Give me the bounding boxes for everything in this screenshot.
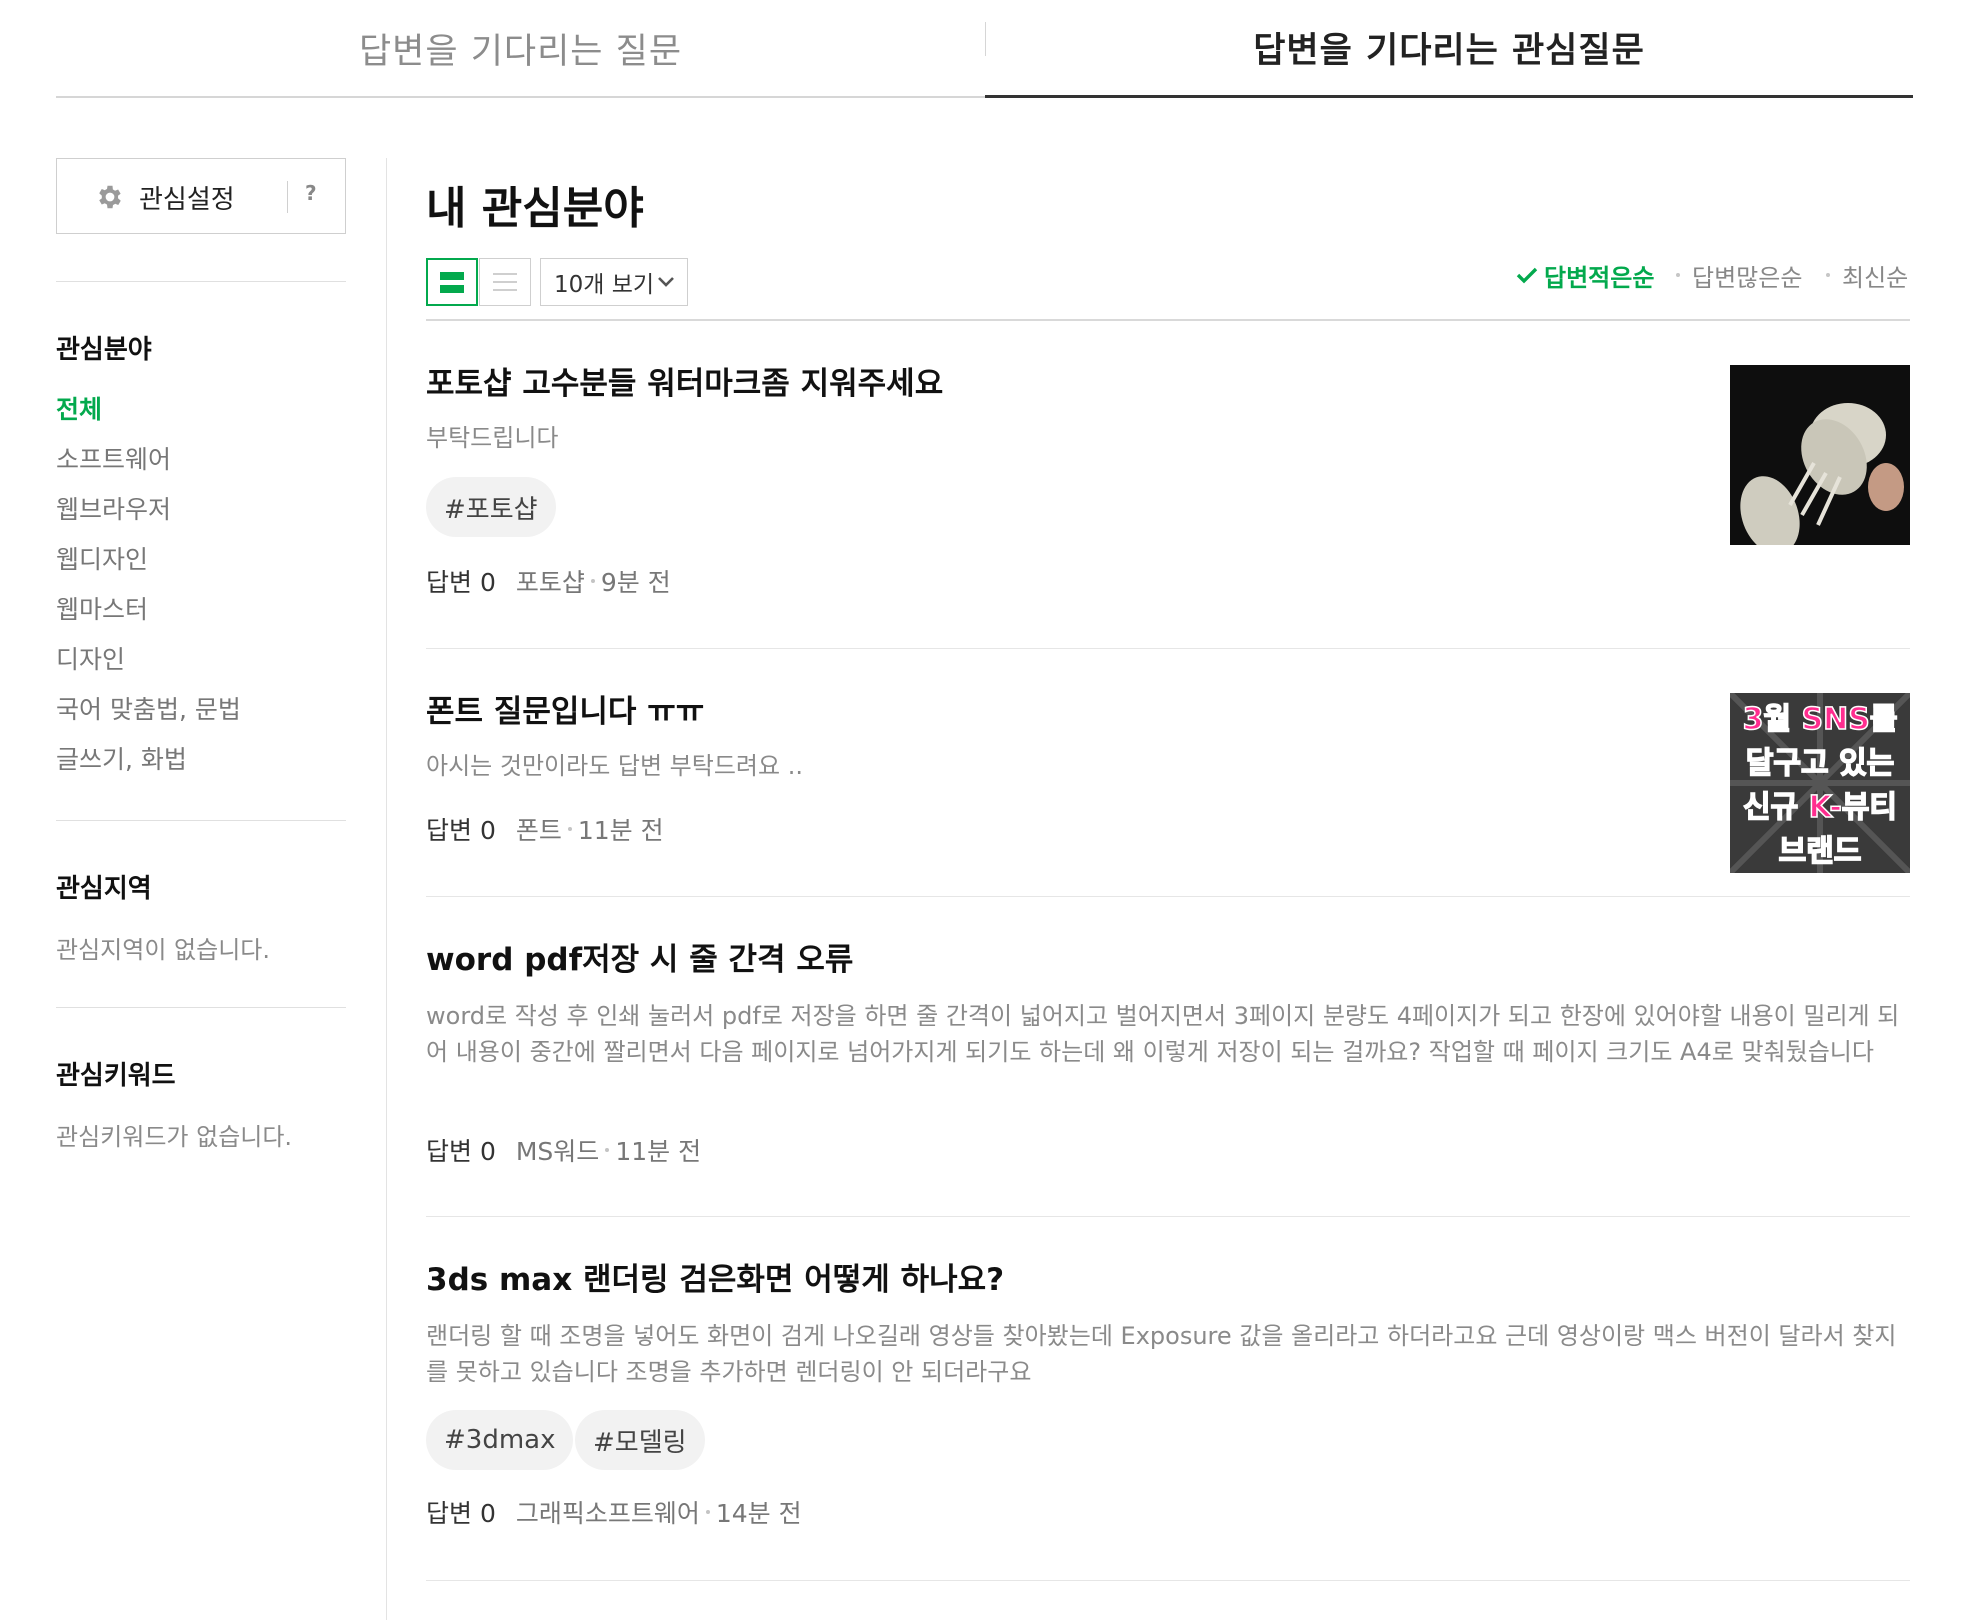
tab-waiting-questions[interactable]: 답변을 기다리는 질문 [56, 0, 985, 98]
separator-dot [605, 1148, 610, 1152]
interest-region-empty: 관심지역이 없습니다. [56, 936, 270, 964]
question-description[interactable]: word로 작성 후 인쇄 눌러서 pdf로 저장을 하면 줄 간격이 넓어지고… [426, 998, 1910, 1070]
tab-label: 답변을 기다리는 질문 [358, 31, 683, 72]
question-tag[interactable]: #포토샵 [426, 477, 556, 537]
sidebar-item-all[interactable]: 전체 [56, 390, 102, 426]
question-divider [426, 648, 1910, 649]
banner-text-1: 3월 SNS를 [1743, 702, 1898, 737]
question-meta: 답변 0 포토샵 9분 전 [426, 563, 671, 599]
separator-dot [705, 1510, 710, 1514]
interest-keyword-heading: 관심키워드 [56, 1061, 176, 1091]
sidebar-item-korean-grammar[interactable]: 국어 맞춤법, 문법 [56, 690, 241, 726]
question-title[interactable]: 폰트 질문입니다 ㅠㅠ [426, 686, 704, 731]
question-meta: 답변 0 그래픽소프트웨어 14분 전 [426, 1494, 802, 1530]
gear-icon [99, 185, 121, 209]
question-title[interactable]: 3ds max 랜더링 검은화면 어떻게 하나요? [426, 1254, 1004, 1299]
question-tag[interactable]: #모델링 [575, 1410, 705, 1470]
setting-divider [287, 181, 288, 213]
question-title[interactable]: word pdf저장 시 줄 간격 오류 [426, 934, 853, 979]
question-time: 11분 전 [615, 1137, 702, 1166]
banner-text-4: 브랜드 [1779, 834, 1862, 869]
answer-count: 답변 0 [426, 568, 496, 597]
help-button[interactable]: ? [305, 181, 317, 205]
question-thumbnail[interactable] [1730, 365, 1910, 545]
tab-waiting-interest-questions[interactable]: 답변을 기다리는 관심질문 [985, 0, 1913, 98]
question-description[interactable]: 부탁드립니다 [426, 420, 1910, 456]
question-meta: 답변 0 폰트 11분 전 [426, 811, 664, 847]
sidebar-divider-line [56, 1007, 346, 1008]
sort-label: 답변적은순 [1544, 263, 1655, 292]
question-time: 14분 전 [715, 1499, 802, 1528]
question-category[interactable]: MS워드 [516, 1132, 599, 1168]
sage-bundle-image [1730, 365, 1910, 545]
banner-text-2: 달구고 있는 [1746, 746, 1894, 781]
sidebar-divider-line [56, 820, 346, 821]
question-divider [426, 896, 1910, 897]
question-category[interactable]: 그래픽소프트웨어 [516, 1494, 700, 1530]
sort-latest[interactable]: 최신순 [1826, 258, 1908, 292]
banner-text-3: 신규 K-뷰티 [1743, 790, 1897, 825]
interest-field-heading: 관심분야 [56, 335, 152, 365]
sidebar-divider-line [56, 281, 346, 282]
kbeauty-banner-image: 3월 SNS를 달구고 있는 신규 K-뷰티 브랜드 [1730, 693, 1910, 873]
question-tag[interactable]: #3dmax [426, 1410, 574, 1470]
card-view-icon [440, 285, 464, 293]
question-category[interactable]: 포토샵 [516, 563, 585, 599]
tab-divider [985, 22, 986, 56]
answer-count: 답변 0 [426, 1137, 496, 1166]
question-time: 11분 전 [577, 816, 664, 845]
question-divider [426, 1216, 1910, 1217]
list-view-icon [493, 273, 517, 275]
answer-count: 답변 0 [426, 1499, 496, 1528]
sidebar-item-webmaster[interactable]: 웹마스터 [56, 590, 148, 626]
list-view-icon [493, 281, 517, 283]
sidebar-item-design[interactable]: 디자인 [56, 640, 125, 676]
question-title[interactable]: 포토샵 고수분들 워터마크좀 지워주세요 [426, 358, 943, 403]
answer-count: 답변 0 [426, 816, 496, 845]
top-tabs: 답변을 기다리는 질문 답변을 기다리는 관심질문 [56, 0, 1913, 98]
interest-setting-button[interactable]: 관심설정 ? [56, 158, 346, 234]
sidebar-item-web-design[interactable]: 웹디자인 [56, 540, 148, 576]
question-thumbnail[interactable]: 3월 SNS를 달구고 있는 신규 K-뷰티 브랜드 [1730, 693, 1910, 873]
list-top-rule [426, 319, 1910, 321]
tab-label: 답변을 기다리는 관심질문 [1253, 31, 1645, 71]
list-view-toggle[interactable] [479, 258, 531, 306]
card-view-toggle[interactable] [426, 258, 478, 306]
interest-setting-label: 관심설정 [139, 185, 235, 215]
sort-label: 답변많은순 [1692, 263, 1803, 292]
list-view-icon [493, 289, 517, 291]
page-title: 내 관심분야 [426, 183, 644, 234]
separator-dot [1826, 273, 1830, 277]
interest-region-heading: 관심지역 [56, 874, 152, 904]
question-divider [426, 1580, 1910, 1581]
chevron-down-icon [658, 277, 674, 287]
question-time: 9분 전 [600, 568, 671, 597]
interest-keyword-empty: 관심키워드가 없습니다. [56, 1123, 293, 1151]
sort-label: 최신순 [1842, 263, 1909, 292]
separator-dot [590, 579, 595, 583]
per-page-value: 10개 보기 [554, 272, 655, 298]
question-description[interactable]: 아시는 것만이라도 답변 부탁드려요 .. [426, 748, 1910, 784]
sort-most-answers[interactable]: 답변많은순 [1676, 258, 1802, 292]
question-meta: 답변 0 MS워드 11분 전 [426, 1132, 701, 1168]
card-view-icon [440, 272, 464, 280]
sidebar-item-software[interactable]: 소프트웨어 [56, 440, 171, 476]
per-page-select[interactable]: 10개 보기 [540, 258, 688, 306]
sidebar-item-writing[interactable]: 글쓰기, 화법 [56, 740, 187, 776]
question-description[interactable]: 랜더링 할 때 조명을 넣어도 화면이 검게 나오길래 영상들 찾아봤는데 Ex… [426, 1318, 1910, 1390]
separator-dot [567, 827, 572, 831]
separator-dot [1676, 273, 1680, 277]
sort-fewest-answers[interactable]: 답변적은순 [1516, 258, 1654, 292]
question-category[interactable]: 폰트 [516, 811, 562, 847]
sidebar-item-web-browser[interactable]: 웹브라우저 [56, 490, 171, 526]
check-icon [1516, 267, 1538, 284]
sidebar-divider [386, 158, 387, 1620]
